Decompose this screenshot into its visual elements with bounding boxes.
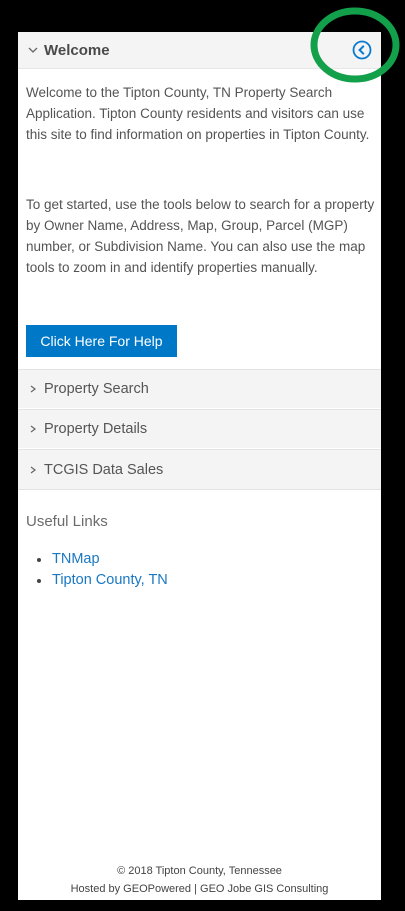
help-button[interactable]: Click Here For Help — [26, 325, 177, 357]
section-property-details[interactable]: Property Details — [18, 409, 381, 448]
chevron-right-icon — [28, 465, 38, 475]
useful-links-list: TNMap Tipton County, TN — [37, 549, 168, 591]
intro-paragraph-2: To get started, use the tools below to s… — [26, 197, 375, 275]
link-tnmap[interactable]: TNMap — [37, 549, 168, 570]
section-property-search[interactable]: Property Search — [18, 369, 381, 408]
footer-hosted-by: Hosted by GEOPowered | GEO Jobe GIS Cons… — [70, 883, 329, 895]
side-panel: Welcome Welcome to the Tipton County, TN… — [18, 32, 381, 900]
section-label: Property Search — [44, 381, 149, 397]
useful-links-title: Useful Links — [26, 513, 108, 530]
chevron-down-icon — [27, 44, 39, 56]
footer-copyright: © 2018 Tipton County, Tennessee — [117, 865, 282, 877]
highlight-circle-annotation — [310, 7, 400, 83]
section-label: Property Details — [44, 421, 148, 437]
link-tipton-county[interactable]: Tipton County, TN — [37, 570, 168, 591]
footer: © 2018 Tipton County, Tennessee Hosted b… — [18, 862, 381, 900]
chevron-right-icon — [28, 424, 38, 434]
welcome-title: Welcome — [44, 41, 110, 59]
section-label: TCGIS Data Sales — [44, 461, 164, 478]
chevron-right-icon — [28, 384, 38, 394]
intro-paragraph-1: Welcome to the Tipton County, TN Propert… — [26, 85, 370, 142]
section-data-sales[interactable]: TCGIS Data Sales — [18, 449, 381, 490]
device-frame: Welcome Welcome to the Tipton County, TN… — [0, 0, 405, 911]
